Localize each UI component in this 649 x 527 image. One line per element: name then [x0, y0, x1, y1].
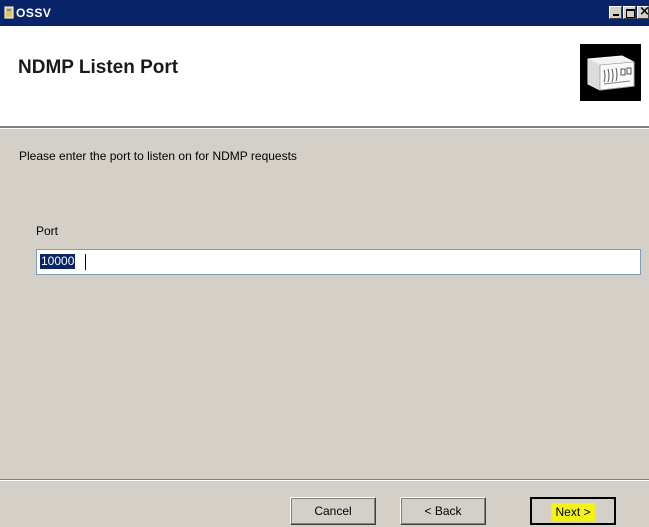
port-label: Port [36, 224, 59, 238]
minimize-button[interactable] [609, 6, 622, 19]
cancel-button[interactable]: Cancel [290, 497, 376, 525]
header-divider [0, 126, 649, 129]
server-icon [580, 44, 641, 101]
window-title: OSSV [16, 6, 52, 20]
footer-divider [0, 479, 649, 481]
next-button-label: Next > [551, 503, 595, 521]
close-button[interactable] [637, 4, 649, 19]
back-button[interactable]: < Back [400, 497, 486, 525]
port-input[interactable]: 10000 [36, 249, 641, 275]
next-button[interactable]: Next > [530, 497, 616, 525]
instruction-text: Please enter the port to listen on for N… [19, 149, 297, 163]
wizard-header: NDMP Listen Port [0, 26, 649, 126]
page-title: NDMP Listen Port [18, 57, 179, 78]
text-caret [85, 254, 86, 270]
port-input-value: 10000 [40, 254, 76, 269]
maximize-button[interactable] [623, 6, 636, 19]
title-bar[interactable]: OSSV [0, 0, 649, 26]
app-icon [3, 5, 15, 21]
